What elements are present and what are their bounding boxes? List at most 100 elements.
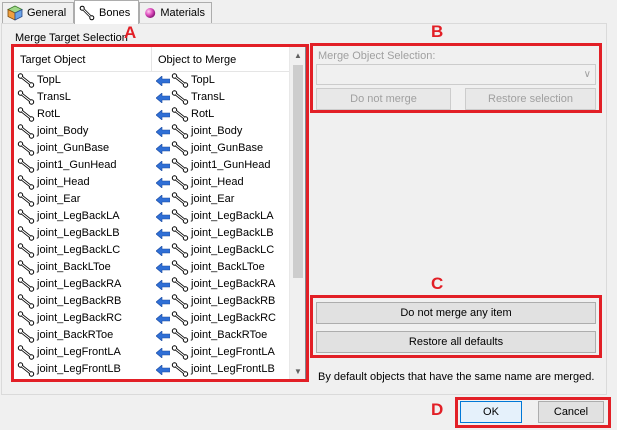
target-object-cell: joint1_GunHead: [17, 157, 117, 174]
bone-icon: [171, 311, 189, 326]
list-item[interactable]: joint_LegBackLB joint_LegBackLB: [14, 225, 290, 242]
list-item[interactable]: joint_LegBackLC joint_LegBackLC: [14, 242, 290, 259]
default-merge-note: By default objects that have the same na…: [318, 371, 595, 383]
merge-arrow-icon: [156, 143, 170, 154]
object-to-merge-cell: joint_GunBase: [156, 140, 263, 157]
merge-object-combo[interactable]: ∨: [316, 64, 596, 85]
merge-arrow-icon: [156, 347, 170, 358]
list-item[interactable]: joint_LegBackRC joint_LegBackRC: [14, 310, 290, 327]
object-to-merge-cell: joint_Body: [156, 123, 242, 140]
tab-materials[interactable]: Materials: [139, 2, 212, 23]
target-object-cell: joint_Body: [17, 123, 88, 140]
bone-icon: [171, 277, 189, 292]
list-item[interactable]: joint_LegFrontLA joint_LegFrontLA: [14, 344, 290, 361]
object-to-merge-name: joint_BackRToe: [191, 329, 268, 341]
scroll-thumb[interactable]: [293, 65, 303, 278]
do-not-merge-button[interactable]: Do not merge: [316, 88, 451, 110]
bone-icon: [171, 362, 189, 377]
target-object-cell: joint_BackRToe: [17, 327, 113, 344]
bone-icon: [171, 90, 189, 105]
target-object-name: joint_LegBackLC: [37, 244, 121, 256]
cancel-button[interactable]: Cancel: [538, 401, 604, 423]
bone-icon: [17, 243, 35, 258]
object-to-merge-name: joint1_GunHead: [191, 159, 271, 171]
target-object-name: joint_LegBackRA: [37, 278, 122, 290]
list-item[interactable]: RotL RotL: [14, 106, 290, 123]
object-to-merge-name: joint_LegFrontLA: [191, 346, 275, 358]
bone-icon: [171, 328, 189, 343]
bone-icon: [17, 90, 35, 105]
target-object-cell: joint_LegBackRB: [17, 293, 121, 310]
merge-arrow-icon: [156, 109, 170, 120]
object-to-merge-cell: joint_LegBackLB: [156, 225, 274, 242]
restore-all-defaults-button[interactable]: Restore all defaults: [316, 331, 596, 353]
target-object-name: joint_GunBase: [37, 142, 110, 154]
target-object-cell: joint_LegBackRA: [17, 276, 121, 293]
list-item[interactable]: joint_BackLToe joint_BackLToe: [14, 259, 290, 276]
list-item[interactable]: joint_LegFrontLB joint_LegFrontLB: [14, 361, 290, 378]
ok-button[interactable]: OK: [460, 401, 522, 423]
target-object-cell: joint_Head: [17, 174, 90, 191]
object-to-merge-cell: joint_Ear: [156, 191, 234, 208]
object-to-merge-cell: TransL: [156, 89, 225, 106]
annotation-label-a: A: [124, 23, 137, 42]
bone-icon: [171, 209, 189, 224]
object-to-merge-name: joint_Head: [191, 176, 244, 188]
object-to-merge-cell: joint_LegFrontLB: [156, 361, 275, 378]
bone-icon: [171, 260, 189, 275]
bone-icon: [17, 192, 35, 207]
column-header-target[interactable]: Target Object: [14, 47, 152, 72]
scroll-up-icon[interactable]: ▲: [290, 47, 305, 63]
bone-icon: [17, 226, 35, 241]
bone-icon: [17, 345, 35, 360]
bone-icon: [17, 311, 35, 326]
bone-icon: [171, 107, 189, 122]
list-item[interactable]: joint_Body joint_Body: [14, 123, 290, 140]
bone-icon: [17, 277, 35, 292]
list-item[interactable]: joint_BackRToe joint_BackRToe: [14, 327, 290, 344]
bone-icon: [17, 73, 35, 88]
list-item[interactable]: joint_Head joint_Head: [14, 174, 290, 191]
list-item[interactable]: TransL TransL: [14, 89, 290, 106]
object-to-merge-name: joint_LegBackLA: [191, 210, 274, 222]
chevron-down-icon: ∨: [583, 69, 591, 80]
tab-bones[interactable]: Bones: [74, 0, 139, 24]
object-to-merge-name: joint_LegBackRA: [191, 278, 276, 290]
bone-icon: [17, 124, 35, 139]
merge-arrow-icon: [156, 262, 170, 273]
annotation-label-d: D: [431, 400, 444, 419]
list-item[interactable]: TopL TopL: [14, 72, 290, 89]
scroll-down-icon[interactable]: ▼: [290, 363, 305, 379]
object-to-merge-name: joint_GunBase: [191, 142, 264, 154]
object-to-merge-cell: RotL: [156, 106, 214, 123]
column-header-merge[interactable]: Object to Merge: [152, 47, 290, 72]
list-item[interactable]: joint1_GunHead joint1_GunHead: [14, 157, 290, 174]
merge-object-label: Merge Object Selection:: [318, 50, 436, 62]
list-scrollbar[interactable]: ▲ ▼: [289, 47, 305, 379]
bone-icon: [171, 124, 189, 139]
bone-icon: [17, 107, 35, 122]
target-object-name: joint_LegBackLA: [37, 210, 120, 222]
annotation-label-c: C: [431, 274, 444, 293]
target-object-cell: joint_LegFrontLB: [17, 361, 121, 378]
do-not-merge-any-button[interactable]: Do not merge any item: [316, 302, 596, 324]
list-item[interactable]: joint_Ear joint_Ear: [14, 191, 290, 208]
merge-target-list[interactable]: Target Object Object to Merge TopL TopL Tr…: [13, 46, 306, 380]
target-object-name: joint_LegBackRB: [37, 295, 122, 307]
object-to-merge-name: TopL: [191, 74, 215, 86]
target-object-cell: joint_LegBackLC: [17, 242, 120, 259]
object-to-merge-cell: joint_LegFrontLA: [156, 344, 275, 361]
tab-general[interactable]: General: [2, 2, 74, 23]
bone-icon: [171, 226, 189, 241]
list-item[interactable]: joint_LegBackLA joint_LegBackLA: [14, 208, 290, 225]
list-header: Target Object Object to Merge: [14, 47, 290, 72]
restore-selection-button[interactable]: Restore selection: [465, 88, 596, 110]
list-item[interactable]: joint_LegBackRB joint_LegBackRB: [14, 293, 290, 310]
list-item[interactable]: joint_LegBackRA joint_LegBackRA: [14, 276, 290, 293]
target-object-cell: joint_LegFrontLA: [17, 344, 121, 361]
list-item[interactable]: joint_GunBase joint_GunBase: [14, 140, 290, 157]
object-to-merge-cell: joint1_GunHead: [156, 157, 271, 174]
object-to-merge-name: joint_LegBackLB: [191, 227, 274, 239]
target-object-name: TransL: [37, 91, 71, 103]
object-to-merge-name: joint_BackLToe: [191, 261, 265, 273]
